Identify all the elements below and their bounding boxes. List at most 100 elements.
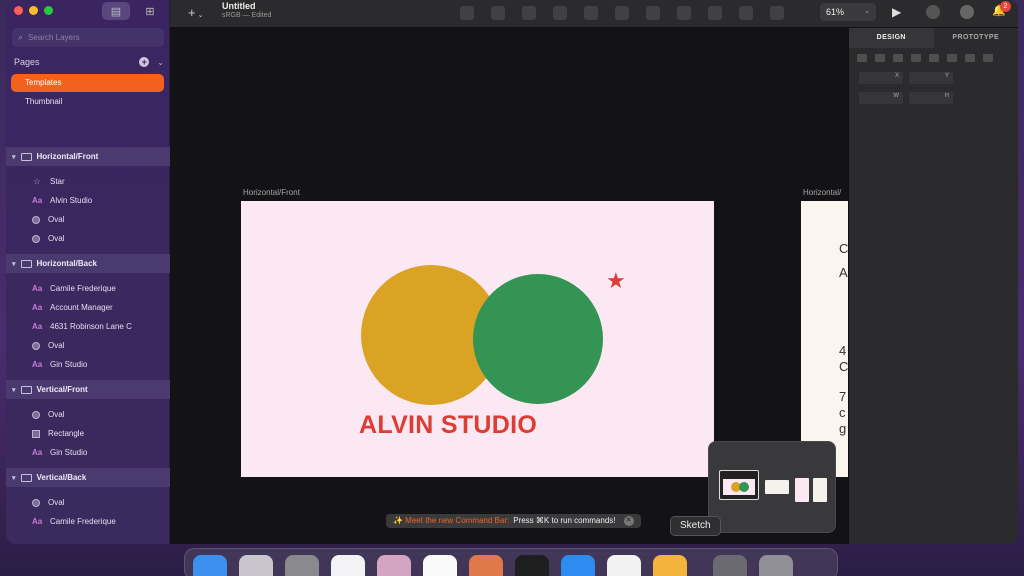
window-preview-thumbnail[interactable]: [708, 441, 836, 533]
layers-view-button[interactable]: ▤: [102, 2, 130, 20]
mask-icon[interactable]: [553, 6, 567, 20]
align-right-icon[interactable]: [893, 54, 903, 62]
union-icon[interactable]: [677, 6, 691, 20]
align-top-icon[interactable]: [911, 54, 921, 62]
collaborators-icon[interactable]: [960, 5, 974, 19]
position-fields: X Y: [849, 68, 1018, 88]
chevron-down-icon[interactable]: ⌄: [157, 58, 164, 67]
distribute-v-icon[interactable]: [983, 54, 993, 62]
y-label: Y: [944, 73, 949, 79]
chrome-icon[interactable]: [423, 555, 457, 576]
align-icon[interactable]: [491, 6, 505, 20]
layer-row[interactable]: Oval: [6, 493, 170, 512]
page-item-thumbnail[interactable]: Thumbnail: [11, 93, 164, 111]
intersect-icon[interactable]: [739, 6, 753, 20]
search-layers[interactable]: ⌕: [12, 28, 164, 47]
subtract-icon[interactable]: [708, 6, 722, 20]
layer-row[interactable]: Oval: [6, 405, 170, 424]
mirror-app-icon[interactable]: [377, 555, 411, 576]
frame-icon[interactable]: [646, 6, 660, 20]
terminal-icon[interactable]: [515, 555, 549, 576]
alvin-studio-text[interactable]: ALVIN STUDIO: [359, 411, 537, 440]
oval-green[interactable]: [473, 274, 603, 404]
tab-prototype[interactable]: PROTOTYPE: [934, 28, 1019, 48]
layer-row[interactable]: Aa 4631 Robinson Lane C: [6, 317, 170, 336]
group-label: Vertical/Front: [36, 385, 88, 394]
align-bottom-icon[interactable]: [947, 54, 957, 62]
close-icon[interactable]: ✕: [623, 516, 634, 526]
distribute-h-icon[interactable]: [965, 54, 975, 62]
layer-row[interactable]: Oval: [6, 229, 170, 248]
vscode-icon[interactable]: [331, 555, 365, 576]
layer-row[interactable]: Oval: [6, 210, 170, 229]
text-icon: Aa: [32, 448, 43, 457]
scale-icon[interactable]: [584, 6, 598, 20]
chevron-down-icon[interactable]: ▾: [12, 386, 16, 394]
preview-play-icon[interactable]: ▶: [892, 5, 901, 19]
finder-icon[interactable]: [193, 555, 227, 576]
create-symbol-icon[interactable]: [460, 6, 474, 20]
y-field[interactable]: Y: [909, 72, 953, 84]
dock-tooltip: Sketch: [670, 516, 721, 536]
x-field[interactable]: X: [859, 72, 903, 84]
difference-icon[interactable]: [770, 6, 784, 20]
inspector-panel: DESIGN PROTOTYPE X Y W H: [848, 28, 1018, 544]
components-view-button[interactable]: ⊞: [136, 2, 164, 20]
distribute-icon[interactable]: [522, 6, 536, 20]
artboard-horizontal-back[interactable]: C A 4 C 7 c g: [801, 201, 848, 477]
artboard-group-header[interactable]: ▾ Horizontal/Back: [6, 254, 170, 273]
align-middle-icon[interactable]: [929, 54, 939, 62]
zoom-window-button[interactable]: [44, 6, 53, 15]
artboard-text: g: [839, 421, 847, 436]
tab-design[interactable]: DESIGN: [849, 28, 934, 48]
artboard-label[interactable]: Horizontal/Front: [243, 188, 300, 197]
folder-icon[interactable]: [713, 555, 747, 576]
artboard-group-header[interactable]: ▾ Vertical/Back: [6, 468, 170, 487]
h-field[interactable]: H: [909, 92, 953, 104]
pages-label: Pages: [14, 57, 40, 67]
layer-row[interactable]: Aa Alvin Studio: [6, 191, 170, 210]
trash-icon[interactable]: [759, 555, 793, 576]
insert-button[interactable]: + ⌄: [188, 5, 203, 20]
page-item-templates[interactable]: Templates: [11, 74, 164, 92]
layer-row[interactable]: Rectangle: [6, 424, 170, 443]
h-label: H: [944, 93, 949, 99]
close-window-button[interactable]: [14, 6, 23, 15]
zoom-select[interactable]: 61% ⌄: [820, 3, 876, 21]
dock: [184, 548, 838, 576]
firefox-icon[interactable]: [469, 555, 503, 576]
command-bar-banner[interactable]: ✨ Meet the new Command Bar: Press ⌘K to …: [386, 514, 641, 528]
launchpad-icon[interactable]: [239, 555, 273, 576]
preview-artboard: [723, 479, 755, 495]
search-input[interactable]: [28, 33, 149, 42]
star-shape[interactable]: ★: [606, 270, 626, 292]
layer-row[interactable]: Oval: [6, 336, 170, 355]
add-page-button[interactable]: +: [139, 57, 150, 67]
layer-row[interactable]: Aa Gin Studio: [6, 355, 170, 374]
w-field[interactable]: W: [859, 92, 903, 104]
layer-row[interactable]: Aa Gin Studio: [6, 443, 170, 462]
inspector-tabs: DESIGN PROTOTYPE: [849, 28, 1018, 48]
layer-row[interactable]: Aa Camile Frederique: [6, 512, 170, 531]
align-center-icon[interactable]: [875, 54, 885, 62]
artboard-group-header[interactable]: ▾ Vertical/Front: [6, 380, 170, 399]
safari-icon[interactable]: [607, 555, 641, 576]
sketch-icon[interactable]: [653, 555, 687, 576]
chevron-down-icon[interactable]: ▾: [12, 260, 16, 268]
chevron-down-icon[interactable]: ▾: [12, 474, 16, 482]
artboard-group-header[interactable]: ▾ Horizontal/Front: [6, 147, 170, 166]
minimize-window-button[interactable]: [29, 6, 38, 15]
artboard-label-2[interactable]: Horizontal/: [803, 188, 841, 197]
cloud-icon[interactable]: [926, 5, 940, 19]
chevron-down-icon[interactable]: ▾: [12, 153, 16, 161]
w-label: W: [893, 93, 899, 99]
layer-row[interactable]: ☆ Star: [6, 172, 170, 191]
layer-row[interactable]: Aa Camile Frederique: [6, 279, 170, 298]
layer-label: Oval: [48, 341, 65, 350]
layer-row[interactable]: Aa Account Manager: [6, 298, 170, 317]
align-left-icon[interactable]: [857, 54, 867, 62]
app-store-icon[interactable]: [561, 555, 595, 576]
settings-icon[interactable]: [285, 555, 319, 576]
flatten-icon[interactable]: [615, 6, 629, 20]
artboard-horizontal-front[interactable]: ★ ALVIN STUDIO: [241, 201, 714, 477]
